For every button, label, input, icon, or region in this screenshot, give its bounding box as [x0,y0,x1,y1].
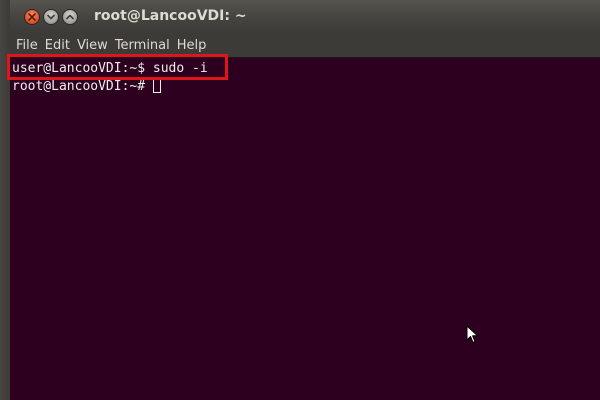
window-title: root@LancooVDI: ~ [94,8,247,24]
menu-bar: File Edit View Terminal Help [10,33,600,57]
terminal-prompt: user@LancooVDI:~$ [12,61,146,76]
maximize-button[interactable] [62,9,78,25]
menu-terminal[interactable]: Terminal [115,38,175,53]
menu-view[interactable]: View [77,38,113,53]
maximize-icon [66,14,74,20]
window-edge [0,0,10,400]
terminal-command: sudo -i [152,61,208,76]
terminal-line: user@LancooVDI:~$ sudo -i [12,60,208,78]
terminal-line: root@LancooVDI:~# [12,78,162,96]
close-button[interactable] [24,9,40,25]
menu-help[interactable]: Help [177,38,212,53]
minimize-icon [47,14,55,20]
text-cursor [153,78,162,93]
terminal-window: root@LancooVDI: ~ File Edit View Termina… [0,0,600,400]
title-bar[interactable]: root@LancooVDI: ~ [10,0,600,33]
minimize-button[interactable] [43,9,59,25]
terminal-output[interactable]: user@LancooVDI:~$ sudo -i root@LancooVDI… [10,57,600,400]
close-icon [28,13,36,21]
menu-file[interactable]: File [16,38,43,53]
window-controls [24,9,78,25]
terminal-prompt: root@LancooVDI:~# [12,79,146,94]
mouse-pointer-icon [466,325,478,343]
menu-edit[interactable]: Edit [45,38,75,53]
